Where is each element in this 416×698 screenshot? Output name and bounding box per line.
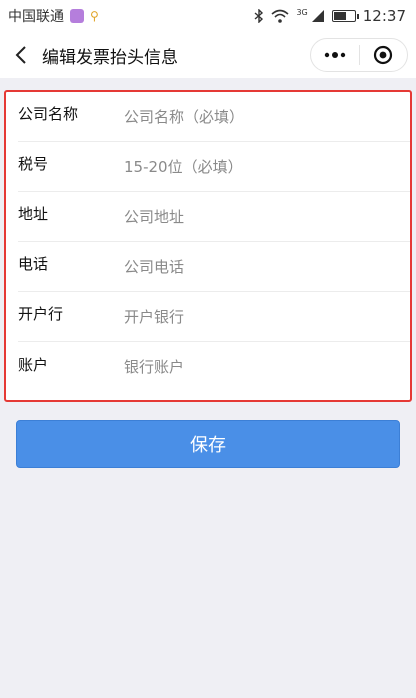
wifi-icon (271, 9, 289, 23)
chevron-left-icon (15, 46, 26, 64)
status-right: 3G 12:37 (254, 7, 406, 25)
address-label: 地址 (18, 205, 49, 223)
bluetooth-icon (254, 9, 264, 23)
form-row-account: 账户 (18, 342, 410, 392)
tax-number-label: 税号 (18, 155, 49, 173)
target-circle-icon (374, 45, 393, 65)
status-left: 中国联通 ⚲ (8, 6, 99, 26)
account-input[interactable] (124, 347, 398, 387)
phone-input[interactable] (124, 246, 398, 287)
form-row-company-name: 公司名称 (18, 92, 410, 142)
back-button[interactable] (2, 32, 40, 78)
tax-number-input[interactable] (124, 146, 398, 187)
clock: 12:37 (362, 7, 406, 25)
close-button[interactable] (359, 39, 407, 71)
status-bar: 中国联通 ⚲ 3G 12:37 (0, 0, 416, 32)
nav-bar: 编辑发票抬头信息 (0, 32, 416, 78)
battery-icon (331, 10, 359, 22)
form-row-bank: 开户行 (18, 292, 410, 342)
form-row-tax-number: 税号 (18, 142, 410, 192)
person-notification-icon: ⚲ (90, 9, 99, 23)
network-type-label: 3G (296, 7, 308, 17)
page-title: 编辑发票抬头信息 (42, 47, 178, 68)
signal-icon (311, 9, 325, 23)
company-name-input[interactable] (124, 96, 398, 137)
invoice-form: 公司名称 税号 地址 电话 开户行 账户 (4, 90, 412, 402)
save-button[interactable]: 保存 (16, 420, 400, 468)
form-row-phone: 电话 (18, 242, 410, 292)
bank-label: 开户行 (18, 305, 64, 323)
app-notification-icon (70, 9, 84, 23)
phone-label: 电话 (18, 255, 49, 273)
mini-program-capsule (310, 38, 408, 72)
company-name-label: 公司名称 (18, 105, 79, 123)
address-input[interactable] (124, 196, 398, 237)
more-dots-icon (324, 52, 345, 58)
battery-level (333, 12, 346, 20)
bank-input[interactable] (124, 296, 398, 337)
account-label: 账户 (18, 355, 49, 374)
form-row-address: 地址 (18, 192, 410, 242)
carrier-name: 中国联通 (8, 9, 64, 25)
more-button[interactable] (311, 39, 359, 71)
